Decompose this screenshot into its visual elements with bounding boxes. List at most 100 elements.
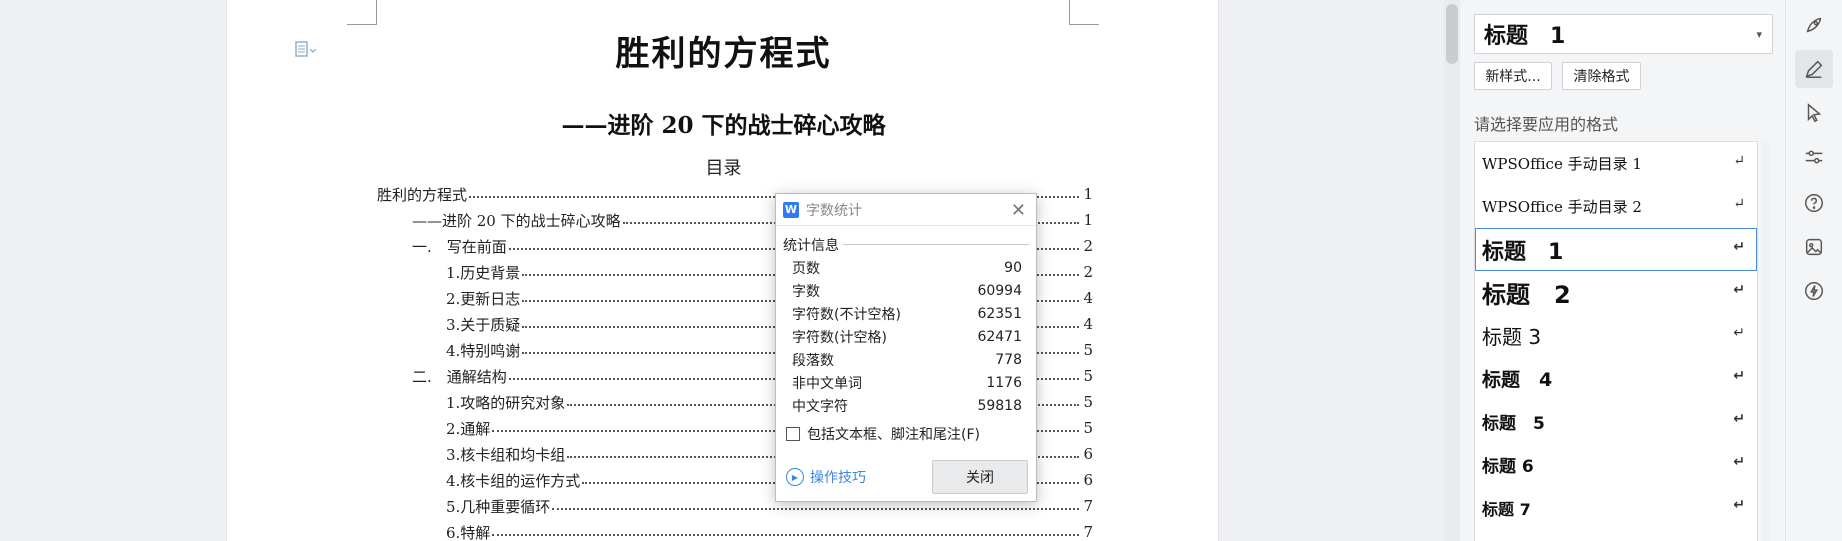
stat-value: 59818 [977, 397, 1022, 414]
toc-entry-text: 胜利的方程式 [377, 183, 470, 205]
new-style-button[interactable]: 新样式... [1474, 62, 1552, 90]
style-item[interactable]: 标题 5 ↵ [1475, 400, 1757, 443]
rocket-icon[interactable] [1795, 6, 1833, 44]
toc-entry-page: 2 [1083, 237, 1093, 255]
stat-row: 字数 60994 [792, 279, 1022, 302]
toc-entry-text: 4.核卡组的运作方式 [446, 469, 583, 491]
return-icon: ↵ [1733, 239, 1745, 255]
toc-entry-text: ——进阶 20 下的战士碎心攻略 [412, 209, 623, 231]
stat-value: 90 [1004, 259, 1022, 276]
include-textbox-checkbox-row[interactable]: 包括文本框、脚注和尾注(F) [786, 424, 1036, 444]
stats-group: 统计信息 [783, 235, 1029, 254]
style-item-label: WPSOffice 手动目录 1 [1482, 155, 1642, 173]
return-icon: ↵ [1733, 196, 1745, 212]
toc-entry-text: 一. 写在前面 [412, 235, 509, 257]
toc-entry-page: 5 [1083, 341, 1093, 359]
stat-row: 字符数(计空格) 62471 [792, 325, 1022, 348]
style-item-label: 标题 6 [1482, 457, 1534, 477]
style-item-label: 标题 3 [1482, 325, 1542, 349]
return-icon: ↵ [1733, 497, 1745, 513]
dialog-titlebar[interactable]: W 字数统计 ✕ [776, 194, 1036, 226]
chevron-down-icon[interactable]: ▾ [1756, 28, 1762, 41]
style-item-label: 标题 5 [1482, 414, 1545, 434]
dialog-footer: ▶ 操作技巧 关闭 [776, 457, 1036, 497]
toc-entry-page: 5 [1083, 393, 1093, 411]
toc-entry-page: 4 [1083, 289, 1093, 307]
toc-entry-page: 5 [1083, 419, 1093, 437]
style-item[interactable]: WPSOffice 手动目录 2 ↵ [1475, 185, 1757, 228]
toc-entry-page: 7 [1083, 523, 1093, 541]
pane-hint: 请选择要应用的格式 [1474, 115, 1619, 134]
return-icon: ↵ [1733, 454, 1745, 470]
style-item[interactable]: 标题 2 ↵ [1475, 271, 1757, 314]
stat-row: 字符数(不计空格) 62351 [792, 302, 1022, 325]
document-page[interactable]: 胜利的方程式 ——进阶 20 下的战士碎心攻略 目录 胜利的方程式 1 ——进阶 2… [226, 0, 1219, 541]
close-icon[interactable]: ✕ [1011, 200, 1026, 221]
word-count-dialog: W 字数统计 ✕ 统计信息 页数 90 字数 60994 字符数(不计空格) 62351 字… [775, 193, 1037, 502]
stat-row: 段落数 778 [792, 348, 1022, 371]
stat-label: 页数 [792, 260, 820, 277]
style-item-label: 标题 1 [1482, 239, 1564, 265]
return-icon: ↵ [1733, 368, 1745, 384]
dialog-title: 字数统计 [806, 202, 862, 219]
right-toolbar [1785, 0, 1842, 541]
toc-entry-text: 2.更新日志 [446, 287, 523, 309]
style-list-scrollbar[interactable] [1761, 141, 1770, 541]
help-icon[interactable] [1795, 184, 1833, 222]
document-subtitle: ——进阶 20 下的战士碎心攻略 [561, 112, 886, 139]
cursor-icon[interactable] [1795, 94, 1833, 132]
toc-entry-page: 5 [1083, 367, 1093, 385]
style-item-label: 标题 4 [1482, 369, 1553, 391]
stat-value: 62471 [977, 328, 1022, 345]
stat-label: 中文字符 [792, 398, 848, 415]
stat-value: 1176 [986, 374, 1022, 391]
toc-entry[interactable]: 6.特解 7 [377, 519, 1093, 541]
style-list: WPSOffice 手动目录 1 ↵ WPSOffice 手动目录 2 ↵ 标题 1 ↵ 标… [1474, 141, 1758, 541]
stat-label: 字符数(计空格) [792, 329, 887, 346]
scrollbar-thumb[interactable] [1446, 4, 1458, 64]
style-item-label: 标题 7 [1482, 499, 1531, 519]
toc-entry-text: 3.核卡组和均卡组 [446, 443, 568, 465]
tips-link[interactable]: ▶ 操作技巧 [786, 467, 866, 487]
lightning-icon[interactable] [1795, 272, 1833, 310]
clear-format-button[interactable]: 清除格式 [1562, 62, 1641, 90]
toc-entry-text: 6.特解 [446, 521, 493, 541]
style-item[interactable]: WPSOffice 手动目录 1 ↵ [1475, 142, 1757, 185]
style-pane: 标题 1 ▾ 新样式... 清除格式 请选择要应用的格式 WPSOffice 手… [1460, 0, 1785, 541]
return-icon: ↵ [1733, 325, 1745, 341]
stat-value: 62351 [977, 305, 1022, 322]
pen-icon[interactable] [1795, 50, 1833, 88]
stat-row: 页数 90 [792, 256, 1022, 279]
image-icon[interactable] [1795, 228, 1833, 266]
toc-entry-page: 7 [1083, 497, 1093, 515]
close-button[interactable]: 关闭 [932, 460, 1028, 494]
return-icon: ↵ [1733, 411, 1745, 427]
pane-scrollbar[interactable] [1444, 0, 1460, 541]
tips-label: 操作技巧 [810, 470, 866, 486]
toc-entry-text: 2.通解 [446, 417, 493, 439]
stat-row: 中文字符 59818 [792, 394, 1022, 417]
toc-entry-page: 6 [1083, 471, 1093, 489]
group-divider [843, 244, 1029, 245]
play-circle-icon: ▶ [786, 468, 804, 486]
return-icon: ↵ [1733, 282, 1745, 298]
current-style-select[interactable]: 标题 1 ▾ [1474, 14, 1773, 54]
style-item[interactable]: 标题 6 ↵ [1475, 443, 1757, 486]
style-item-label: WPSOffice 手动目录 2 [1482, 198, 1642, 216]
toc-heading: 目录 [705, 158, 742, 179]
stats-list: 页数 90 字数 60994 字符数(不计空格) 62351 字符数(计空格) 62471 段落… [792, 256, 1022, 417]
style-item[interactable]: 标题 7 ↵ [1475, 486, 1757, 529]
include-textbox-checkbox[interactable] [786, 427, 800, 441]
toc-entry-text: 3.关于质疑 [446, 313, 523, 335]
sliders-icon[interactable] [1795, 138, 1833, 176]
stat-value: 60994 [977, 282, 1022, 299]
toc-entry-page: 6 [1083, 445, 1093, 463]
style-item[interactable]: 标题 3 ↵ [1475, 314, 1757, 357]
stats-group-label: 统计信息 [783, 238, 842, 254]
return-icon: ↵ [1733, 153, 1745, 169]
toc-entry-text: 4.特别鸣谢 [446, 339, 523, 361]
toc-entry-text: 1.历史背景 [446, 261, 523, 283]
style-item[interactable]: 标题 1 ↵ [1475, 228, 1757, 271]
toc-leader-dots [492, 524, 1080, 536]
style-item[interactable]: 标题 4 ↵ [1475, 357, 1757, 400]
